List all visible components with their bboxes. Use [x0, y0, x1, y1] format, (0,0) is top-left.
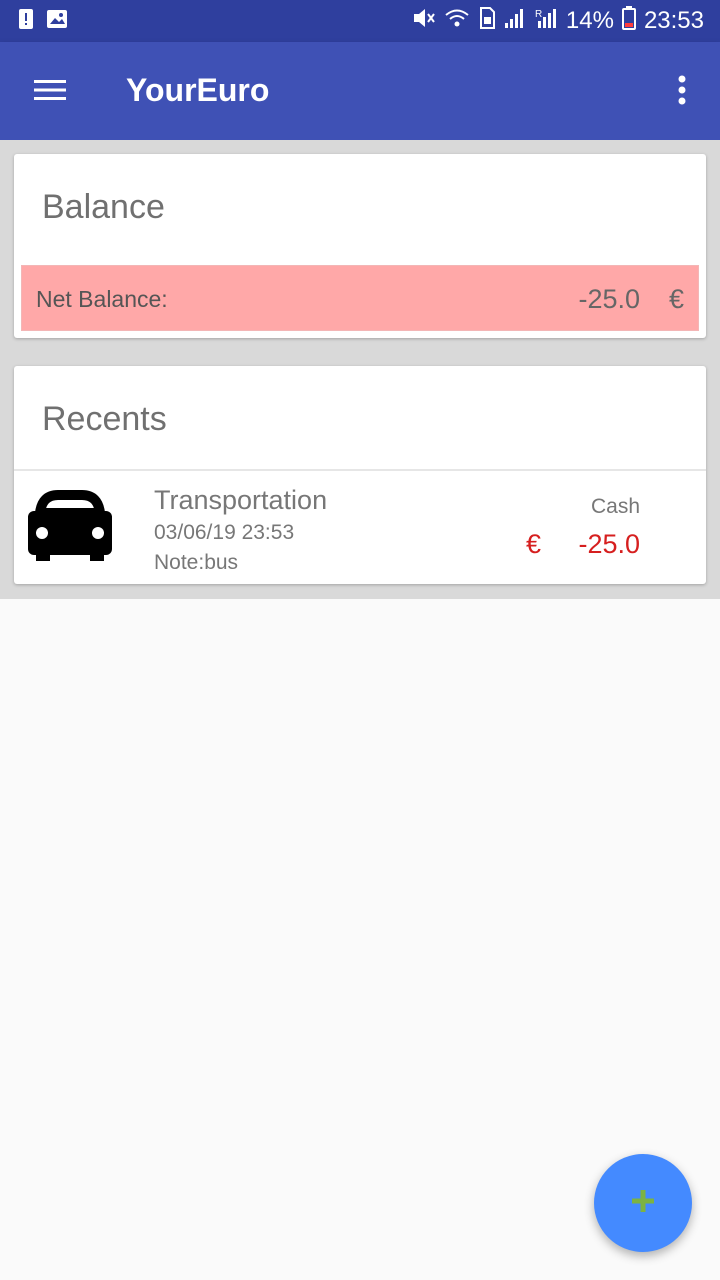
status-time: 23:53: [643, 7, 704, 34]
net-balance-currency: €: [668, 284, 684, 314]
more-options-button[interactable]: [660, 68, 704, 116]
recents-title: Recents: [42, 400, 167, 438]
net-balance-label: Net Balance:: [36, 286, 168, 312]
recents-card: Recents Transportation 03/06/19 23:53 No…: [14, 366, 706, 584]
net-balance-value: -25.0: [578, 284, 640, 314]
mute-icon: [412, 7, 436, 36]
app-bar: YourEuro: [0, 42, 720, 140]
transaction-currency: €: [526, 529, 542, 559]
car-icon: [26, 489, 114, 569]
transaction-method: Cash: [590, 495, 640, 518]
more-vert-icon: [677, 75, 687, 110]
wifi-icon: [444, 7, 470, 36]
transaction-item[interactable]: Transportation 03/06/19 23:53 Note:bus C…: [14, 471, 706, 584]
transaction-amount: -25.0: [578, 529, 640, 559]
plus-icon: [631, 1189, 655, 1218]
alert-icon: [18, 8, 34, 35]
status-right-icons: R 14% 23:53: [412, 5, 704, 37]
image-icon: [46, 9, 68, 34]
signal-icon: [504, 7, 526, 36]
battery-percent: 14%: [565, 7, 614, 34]
hamburger-icon: [34, 78, 66, 107]
menu-button[interactable]: [22, 66, 78, 118]
app-title: YourEuro: [126, 72, 270, 108]
net-balance-row: Net Balance: -25.0 €: [21, 265, 699, 331]
transaction-note: Note:bus: [154, 551, 239, 574]
balance-title: Balance: [42, 188, 165, 226]
battery-icon: [621, 5, 636, 37]
transaction-datetime: 03/06/19 23:53: [154, 521, 295, 544]
status-left-icons: [18, 8, 68, 35]
svg-text:R: R: [535, 9, 542, 20]
add-transaction-button[interactable]: [594, 1154, 692, 1252]
signal-r-icon: R: [534, 7, 558, 36]
sim-icon: [478, 6, 496, 36]
balance-card: Balance Net Balance: -25.0 €: [14, 154, 706, 338]
transaction-category: Transportation: [154, 485, 328, 515]
status-bar: R 14% 23:53: [0, 0, 720, 42]
